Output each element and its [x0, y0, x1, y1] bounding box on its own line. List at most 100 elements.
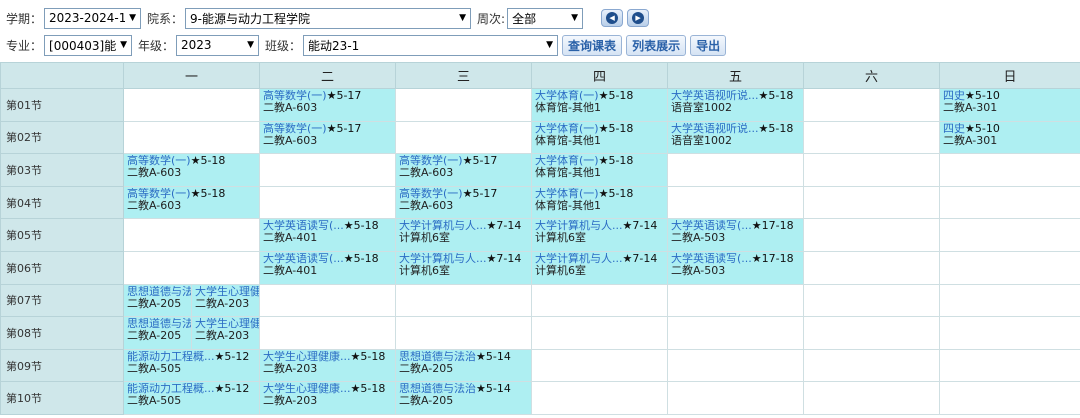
course-block[interactable]: 能源动力工程概...★5-12 二教A-505 — [124, 382, 259, 414]
course-name-link[interactable]: 大学英语视听说... — [671, 123, 759, 135]
course-block[interactable]: 思想道德与法 二教A-205 — [124, 284, 191, 317]
schedule-cell[interactable] — [803, 316, 940, 350]
schedule-cell[interactable] — [939, 283, 1080, 318]
schedule-cell[interactable] — [123, 120, 260, 155]
schedule-cell[interactable] — [803, 283, 940, 318]
course-block[interactable]: 大学计算机与人...★7-14 计算机6室 — [532, 219, 667, 251]
schedule-cell[interactable] — [803, 250, 940, 285]
schedule-cell[interactable] — [939, 218, 1080, 252]
schedule-cell[interactable] — [803, 153, 940, 187]
course-block[interactable]: 大学英语视听说...★5-18 语音室1002 — [668, 121, 803, 154]
course-block[interactable]: 大学英语读写(...★17-18 二教A-503 — [668, 219, 803, 251]
schedule-cell[interactable] — [803, 185, 940, 220]
course-name-link[interactable]: 大学生心理健康... — [263, 351, 351, 363]
course-block[interactable]: 四史★5-10 二教A-301 — [940, 89, 1080, 121]
schedule-cell[interactable]: 高等数学(一)★5-17 二教A-603 — [395, 153, 532, 187]
schedule-cell[interactable] — [123, 218, 260, 252]
schedule-cell[interactable]: 大学体育(一)★5-18 体育馆-其他1 — [531, 88, 668, 122]
schedule-cell[interactable] — [395, 283, 532, 318]
schedule-cell[interactable] — [259, 283, 396, 318]
course-name-link[interactable]: 高等数学(一) — [263, 123, 327, 135]
semester-select[interactable]: 2023-2024-1 ▼ — [44, 7, 142, 29]
schedule-cell[interactable]: 大学计算机与人...★7-14 计算机6室 — [531, 250, 668, 285]
course-block[interactable]: 大学计算机与人...★7-14 计算机6室 — [532, 251, 667, 284]
major-select[interactable]: [000403]能源与动 ▼ — [44, 34, 133, 56]
schedule-cell[interactable]: 大学英语读写(...★5-18 二教A-401 — [259, 218, 396, 252]
course-block[interactable]: 高等数学(一)★5-17 二教A-603 — [260, 121, 395, 154]
schedule-cell[interactable] — [939, 316, 1080, 350]
schedule-cell[interactable]: 大学体育(一)★5-18 体育馆-其他1 — [531, 120, 668, 155]
course-name-link[interactable]: 思想道德与法 — [127, 286, 191, 298]
schedule-cell[interactable] — [803, 120, 940, 155]
schedule-cell[interactable] — [667, 153, 804, 187]
course-block[interactable]: 高等数学(一)★5-18 二教A-603 — [124, 186, 259, 219]
course-block[interactable]: 大学体育(一)★5-18 体育馆-其他1 — [532, 186, 667, 219]
course-block[interactable]: 能源动力工程概...★5-12 二教A-505 — [124, 349, 259, 382]
schedule-cell[interactable] — [939, 153, 1080, 187]
course-name-link[interactable]: 大学体育(一) — [535, 188, 599, 200]
course-block[interactable]: 思想道德与法治★5-14 二教A-205 — [396, 382, 531, 414]
schedule-cell[interactable]: 高等数学(一)★5-18 二教A-603 — [123, 185, 260, 220]
schedule-cell[interactable] — [123, 88, 260, 122]
schedule-cell[interactable]: 大学英语视听说...★5-18 语音室1002 — [667, 120, 804, 155]
schedule-cell[interactable]: 能源动力工程概...★5-12 二教A-505 — [123, 381, 260, 415]
query-schedule-button[interactable]: 查询课表 — [562, 34, 623, 56]
course-name-link[interactable]: 思想道德与法治 — [399, 351, 476, 363]
course-name-link[interactable]: 大学生心理健 — [195, 286, 259, 298]
course-block[interactable]: 高等数学(一)★5-17 二教A-603 — [396, 154, 531, 186]
schedule-cell[interactable]: 大学计算机与人...★7-14 计算机6室 — [395, 250, 532, 285]
schedule-cell[interactable]: 思想道德与法治★5-14 二教A-205 — [395, 348, 532, 383]
course-block[interactable]: 大学体育(一)★5-18 体育馆-其他1 — [532, 121, 667, 154]
schedule-cell[interactable]: 高等数学(一)★5-18 二教A-603 — [123, 153, 260, 187]
course-block[interactable]: 思想道德与法治★5-14 二教A-205 — [396, 349, 531, 382]
dept-select[interactable]: 9-能源与动力工程学院 ▼ — [185, 7, 472, 29]
course-block[interactable]: 四史★5-10 二教A-301 — [940, 121, 1080, 154]
course-name-link[interactable]: 四史 — [943, 123, 965, 135]
course-block[interactable]: 大学英语视听说...★5-18 语音室1002 — [668, 89, 803, 121]
schedule-cell[interactable] — [939, 381, 1080, 415]
schedule-cell[interactable] — [123, 250, 260, 285]
course-block[interactable]: 大学英语读写(...★5-18 二教A-401 — [260, 251, 395, 284]
schedule-cell[interactable] — [939, 185, 1080, 220]
schedule-cell[interactable] — [531, 283, 668, 318]
schedule-cell[interactable] — [259, 185, 396, 220]
schedule-cell[interactable]: 思想道德与法 二教A-205 大学生心理健 二教A-203 — [123, 316, 260, 350]
schedule-cell[interactable]: 大学英语读写(...★17-18 二教A-503 — [667, 250, 804, 285]
course-name-link[interactable]: 能源动力工程概... — [127, 351, 215, 363]
schedule-cell[interactable]: 大学体育(一)★5-18 体育馆-其他1 — [531, 185, 668, 220]
class-select[interactable]: 能动23-1 ▼ — [303, 34, 559, 56]
schedule-cell[interactable] — [667, 283, 804, 318]
schedule-cell[interactable] — [667, 381, 804, 415]
schedule-cell[interactable]: 思想道德与法 二教A-205 大学生心理健 二教A-203 — [123, 283, 260, 318]
course-name-link[interactable]: 高等数学(一) — [399, 188, 463, 200]
schedule-cell[interactable]: 四史★5-10 二教A-301 — [939, 120, 1080, 155]
schedule-cell[interactable] — [531, 381, 668, 415]
course-block[interactable]: 大学英语读写(...★5-18 二教A-401 — [260, 219, 395, 251]
schedule-cell[interactable] — [667, 348, 804, 383]
export-button[interactable]: 导出 — [690, 34, 727, 56]
schedule-cell[interactable] — [395, 88, 532, 122]
schedule-cell[interactable]: 大学生心理健康...★5-18 二教A-203 — [259, 348, 396, 383]
course-block[interactable]: 大学计算机与人...★7-14 计算机6室 — [396, 251, 531, 284]
course-block[interactable]: 高等数学(一)★5-18 二教A-603 — [124, 154, 259, 186]
prev-week-button[interactable]: ◀ — [601, 9, 624, 27]
course-block[interactable]: 高等数学(一)★5-17 二教A-603 — [396, 186, 531, 219]
grade-select[interactable]: 2023 ▼ — [176, 34, 260, 56]
schedule-cell[interactable]: 大学英语读写(...★5-18 二教A-401 — [259, 250, 396, 285]
schedule-cell[interactable] — [531, 348, 668, 383]
schedule-cell[interactable]: 大学英语视听说...★5-18 语音室1002 — [667, 88, 804, 122]
schedule-cell[interactable] — [803, 381, 940, 415]
schedule-cell[interactable] — [939, 348, 1080, 383]
week-select[interactable]: 全部 ▼ — [507, 7, 584, 29]
course-block[interactable]: 大学生心理健 二教A-203 — [191, 317, 259, 349]
course-block[interactable]: 高等数学(一)★5-17 二教A-603 — [260, 89, 395, 121]
course-block[interactable]: 大学生心理健 二教A-203 — [191, 284, 259, 317]
schedule-cell[interactable]: 思想道德与法治★5-14 二教A-205 — [395, 381, 532, 415]
schedule-cell[interactable] — [395, 120, 532, 155]
schedule-cell[interactable] — [803, 88, 940, 122]
next-week-button[interactable]: ▶ — [627, 9, 650, 27]
schedule-cell[interactable] — [667, 185, 804, 220]
course-block[interactable]: 大学英语读写(...★17-18 二教A-503 — [668, 251, 803, 284]
schedule-cell[interactable]: 大学计算机与人...★7-14 计算机6室 — [395, 218, 532, 252]
schedule-cell[interactable]: 高等数学(一)★5-17 二教A-603 — [259, 88, 396, 122]
